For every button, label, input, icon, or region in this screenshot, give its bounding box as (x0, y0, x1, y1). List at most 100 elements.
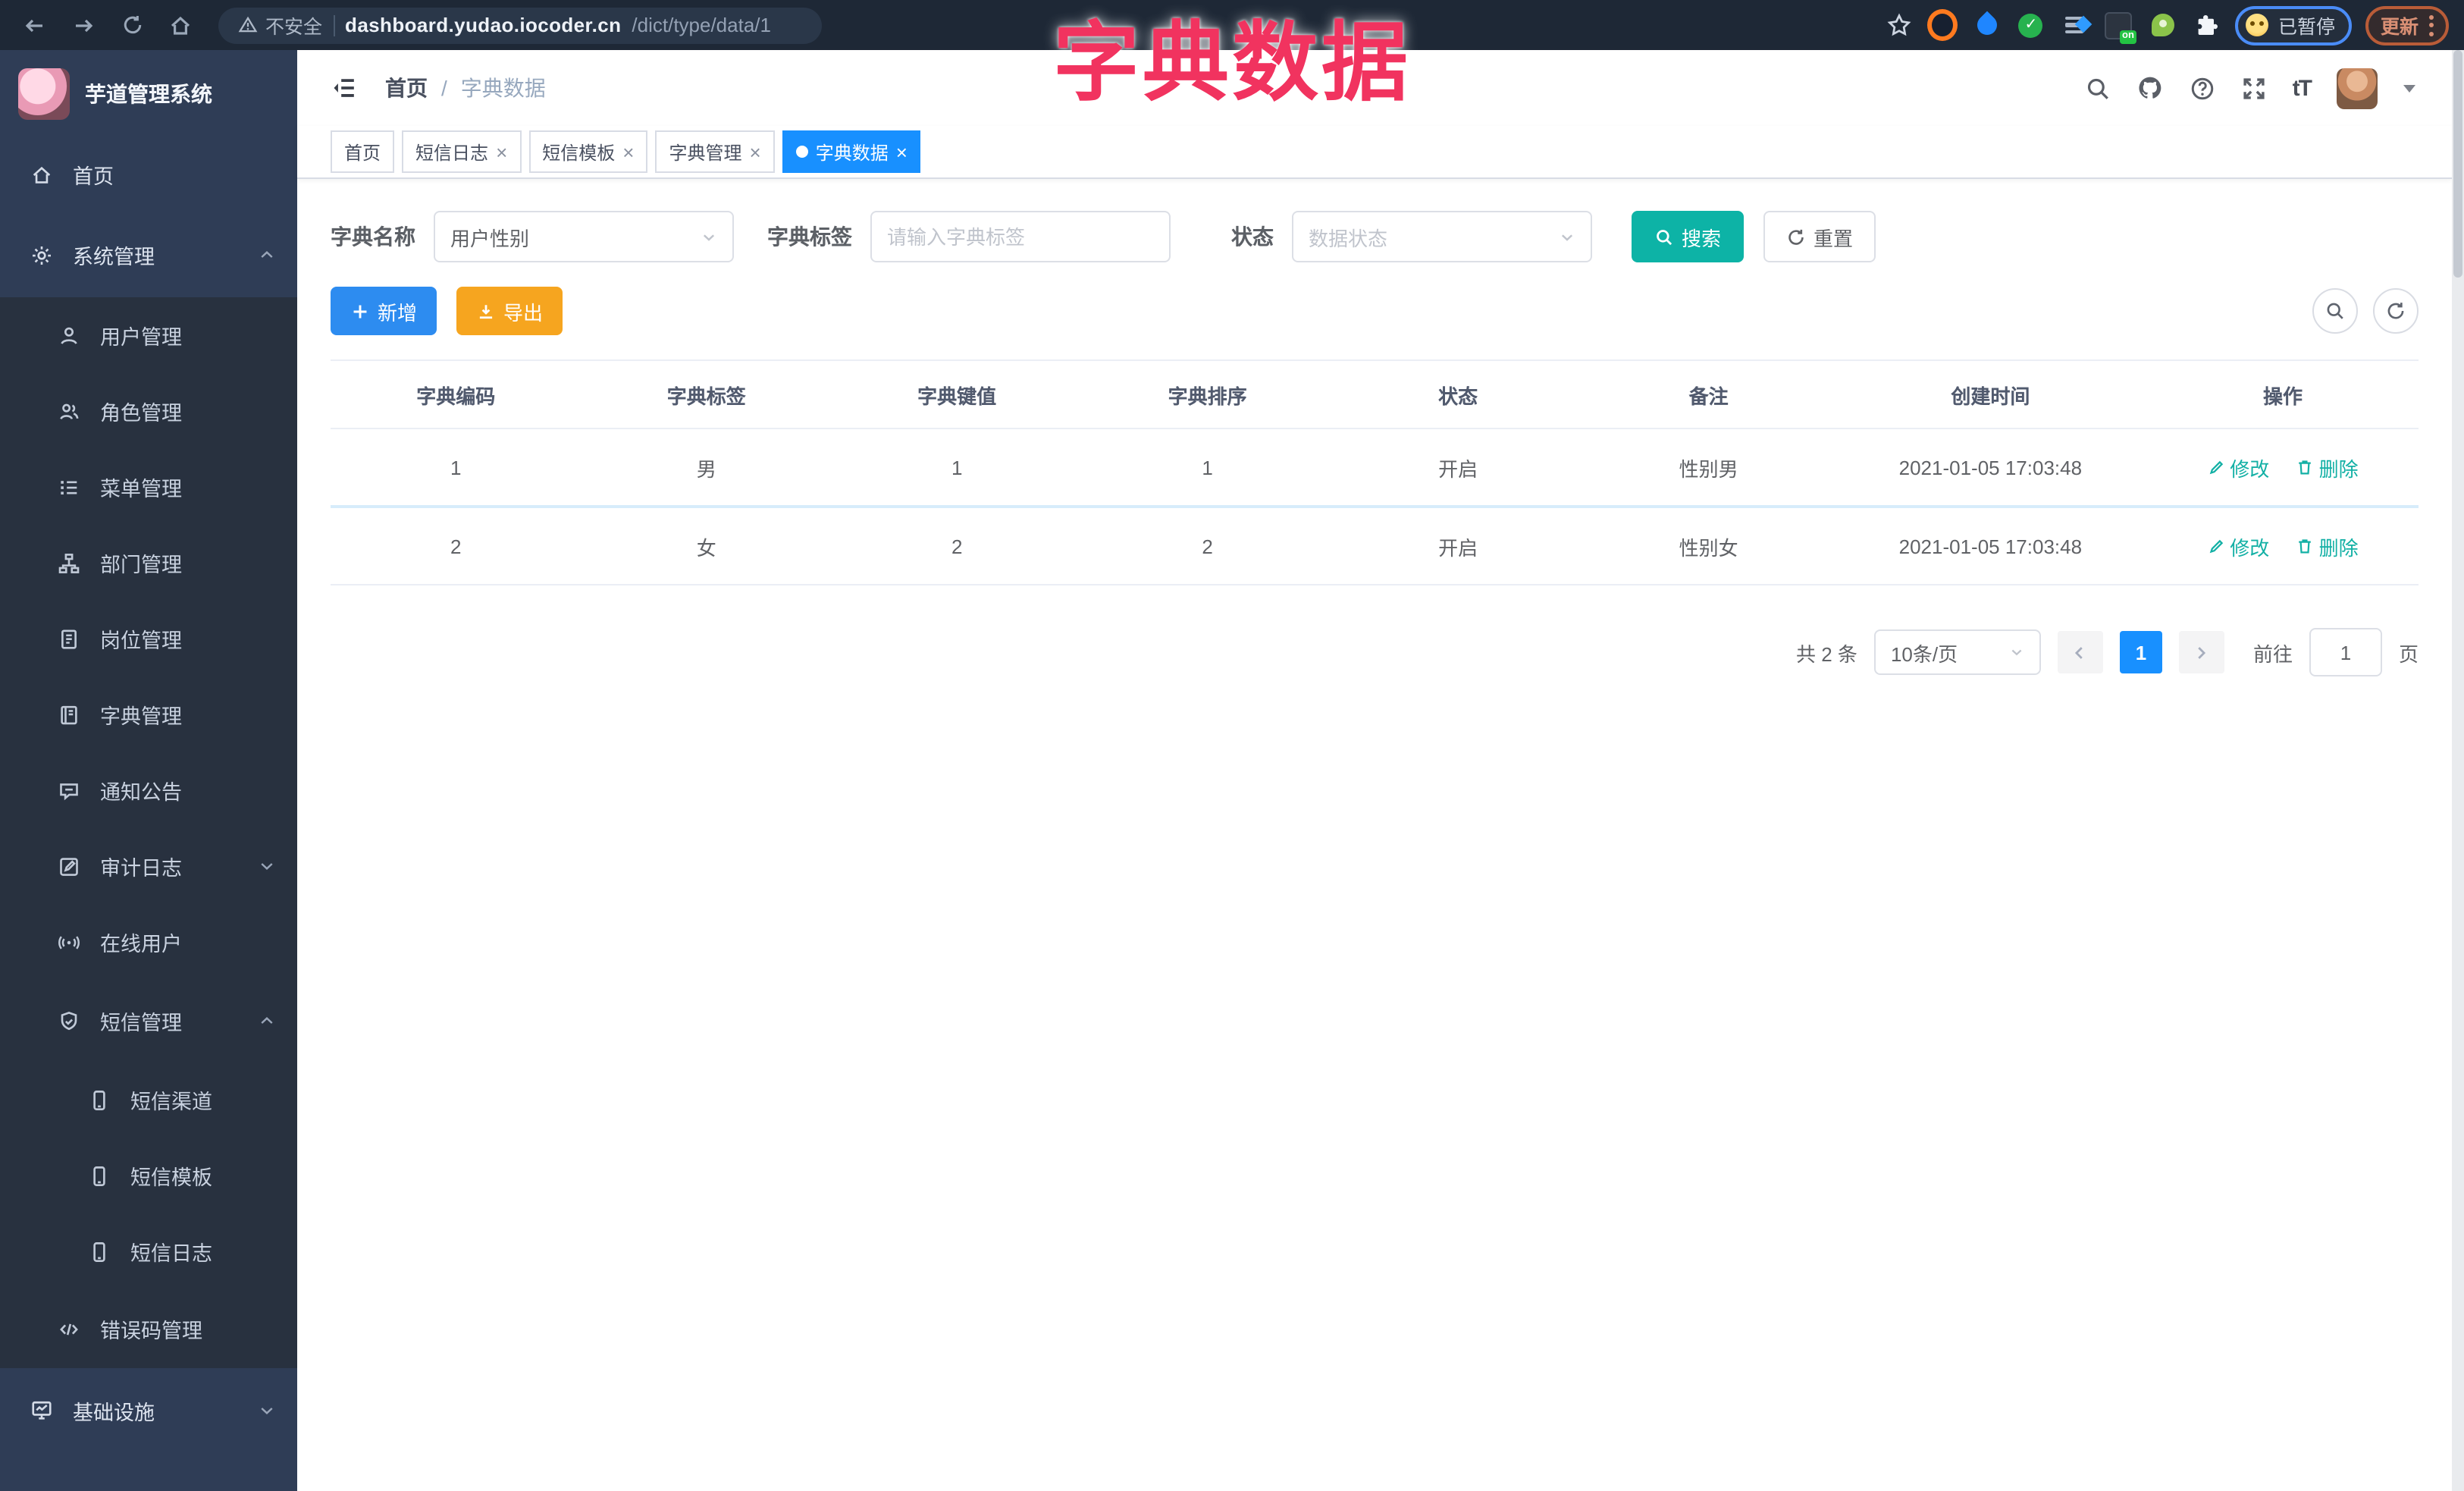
export-button[interactable]: 导出 (456, 287, 563, 335)
sidebar-item-infrastructure[interactable]: 基础设施 (0, 1368, 297, 1452)
online-signal-icon (58, 931, 80, 953)
sidebar-item-sms-log[interactable]: 短信日志 (0, 1213, 297, 1289)
extensions-puzzle-icon[interactable] (2192, 10, 2222, 40)
extension-sorter-icon[interactable] (2060, 10, 2093, 40)
cell-created: 2021-01-05 17:03:48 (1833, 428, 2147, 508)
tab-dict-data[interactable]: 字典数据 × (782, 130, 921, 173)
search-icon (1657, 229, 1672, 245)
security-warning[interactable]: 不安全 (238, 11, 322, 39)
sidebar-item-sms-channel[interactable]: 短信渠道 (0, 1062, 297, 1138)
sidebar-item-notices[interactable]: 通知公告 (0, 752, 297, 828)
sidebar-item-label: 通知公告 (100, 781, 182, 804)
avatar-caret-down-icon[interactable] (2403, 84, 2415, 92)
breadcrumb: 首页 / 字典数据 (385, 73, 546, 103)
dict-name-select[interactable]: 用户性别 (434, 211, 734, 262)
breadcrumb-home-link[interactable]: 首页 (385, 73, 428, 103)
sidebar-item-posts[interactable]: 岗位管理 (0, 601, 297, 676)
sidebar-item-roles[interactable]: 角色管理 (0, 373, 297, 449)
screen: 字典数据 不安全 dashboard.yudao.iocoder.cn/dict… (0, 0, 2464, 1491)
prev-page-button[interactable] (2057, 631, 2103, 673)
cell-remark: 性别女 (1583, 507, 1834, 585)
app-logo-row[interactable]: 芋道管理系统 (0, 50, 297, 137)
browser-back-button[interactable] (15, 5, 55, 45)
refresh-icon (2387, 303, 2404, 319)
tags-view-bar: 首页 短信日志 × 短信模板 × 字典管理 × 字典数据 × (297, 126, 2452, 179)
add-button[interactable]: 新增 (331, 287, 437, 335)
browser-reload-button[interactable] (112, 5, 152, 45)
sidebar-item-departments[interactable]: 部门管理 (0, 525, 297, 601)
page-size-select[interactable]: 10条/页 (1873, 629, 2041, 675)
url-divider (333, 14, 335, 36)
sidebar-item-audit-log[interactable]: 审计日志 (0, 828, 297, 904)
profile-paused-chip[interactable]: 已暂停 (2235, 5, 2352, 45)
tab-home[interactable]: 首页 (331, 130, 395, 173)
delete-link[interactable]: 删除 (2296, 532, 2359, 560)
current-page-button[interactable]: 1 (2119, 631, 2162, 673)
close-icon[interactable]: × (496, 142, 507, 162)
browser-forward-button[interactable] (64, 5, 103, 45)
close-icon[interactable]: × (896, 142, 908, 162)
font-size-icon[interactable]: tT (2293, 75, 2312, 101)
browser-menu-kebab-icon[interactable] (2429, 14, 2434, 36)
close-icon[interactable]: × (622, 142, 634, 162)
trash-icon (2299, 539, 2312, 554)
breadcrumb-current: 字典数据 (460, 76, 546, 100)
toggle-search-button[interactable] (2312, 288, 2358, 334)
search-button[interactable]: 搜索 (1632, 211, 1745, 262)
sidebar-item-dict[interactable]: 字典管理 (0, 676, 297, 752)
col-header-created: 创建时间 (1833, 359, 2147, 429)
edit-link[interactable]: 修改 (2207, 453, 2269, 482)
extension-sprout-icon[interactable] (2148, 10, 2178, 40)
cell-remark: 性别男 (1583, 428, 1834, 508)
user-avatar[interactable] (2337, 67, 2378, 108)
sidebar-item-sms[interactable]: 短信管理 (0, 980, 297, 1062)
menu-list-icon (58, 476, 80, 498)
tab-sms-log[interactable]: 短信日志 × (402, 130, 522, 173)
extension-check-icon[interactable]: ✓ (2016, 10, 2046, 40)
edit-link[interactable]: 修改 (2207, 532, 2269, 560)
sidebar-item-users[interactable]: 用户管理 (0, 297, 297, 373)
sidebar-item-home[interactable]: 首页 (0, 137, 297, 212)
hamburger-icon (334, 79, 354, 97)
tab-label: 字典数据 (815, 142, 889, 163)
chevron-right-icon (2199, 646, 2207, 658)
main-content: 字典名称 用户性别 字典标签 状态 数据状态 搜索 (297, 177, 2452, 1491)
browser-home-button[interactable] (161, 5, 200, 45)
extension-on-badge-icon[interactable]: on (2104, 10, 2137, 43)
sidebar-toggle-button[interactable] (331, 74, 358, 102)
chevron-down-icon (258, 857, 276, 875)
sidebar-item-online-users[interactable]: 在线用户 (0, 904, 297, 980)
help-icon[interactable] (2190, 75, 2215, 101)
tab-sms-template[interactable]: 短信模板 × (528, 130, 648, 173)
home-icon (171, 15, 190, 34)
sidebar-item-label: 审计日志 (100, 857, 182, 880)
browser-update-button[interactable]: 更新 (2365, 5, 2449, 45)
address-bar[interactable]: 不安全 dashboard.yudao.iocoder.cn/dict/type… (218, 7, 822, 43)
header-search-icon[interactable] (2085, 75, 2111, 101)
bookmark-star-icon[interactable] (1884, 10, 1914, 40)
col-header-value: 字典键值 (831, 359, 1083, 429)
refresh-table-button[interactable] (2373, 288, 2419, 334)
dict-label-input[interactable] (870, 211, 1171, 262)
goto-page-input[interactable] (2309, 628, 2382, 676)
next-page-button[interactable] (2178, 631, 2224, 673)
extension-ubuntu-icon[interactable] (1927, 9, 1958, 41)
tab-label: 短信模板 (542, 142, 616, 163)
status-label: 状态 (1231, 224, 1274, 249)
tab-dict-manage[interactable]: 字典管理 × (655, 130, 775, 173)
sidebar-item-system[interactable]: 系统管理 (0, 212, 297, 297)
fullscreen-icon[interactable] (2241, 75, 2267, 101)
search-icon (2327, 303, 2343, 319)
github-icon[interactable] (2136, 74, 2164, 102)
sidebar-item-menus[interactable]: 菜单管理 (0, 449, 297, 525)
reset-button[interactable]: 重置 (1763, 211, 1876, 262)
close-icon[interactable]: × (750, 142, 761, 162)
delete-link[interactable]: 删除 (2296, 453, 2359, 482)
sidebar-item-error-codes[interactable]: 错误码管理 (0, 1289, 297, 1368)
app-navbar: 首页 / 字典数据 tT (297, 50, 2452, 126)
extension-drop-icon[interactable] (1972, 10, 2002, 40)
page-scrollbar[interactable] (2452, 50, 2464, 1491)
status-select[interactable]: 数据状态 (1292, 211, 1592, 262)
scrollbar-thumb[interactable] (2453, 50, 2462, 278)
sidebar-item-sms-template[interactable]: 短信模板 (0, 1138, 297, 1213)
